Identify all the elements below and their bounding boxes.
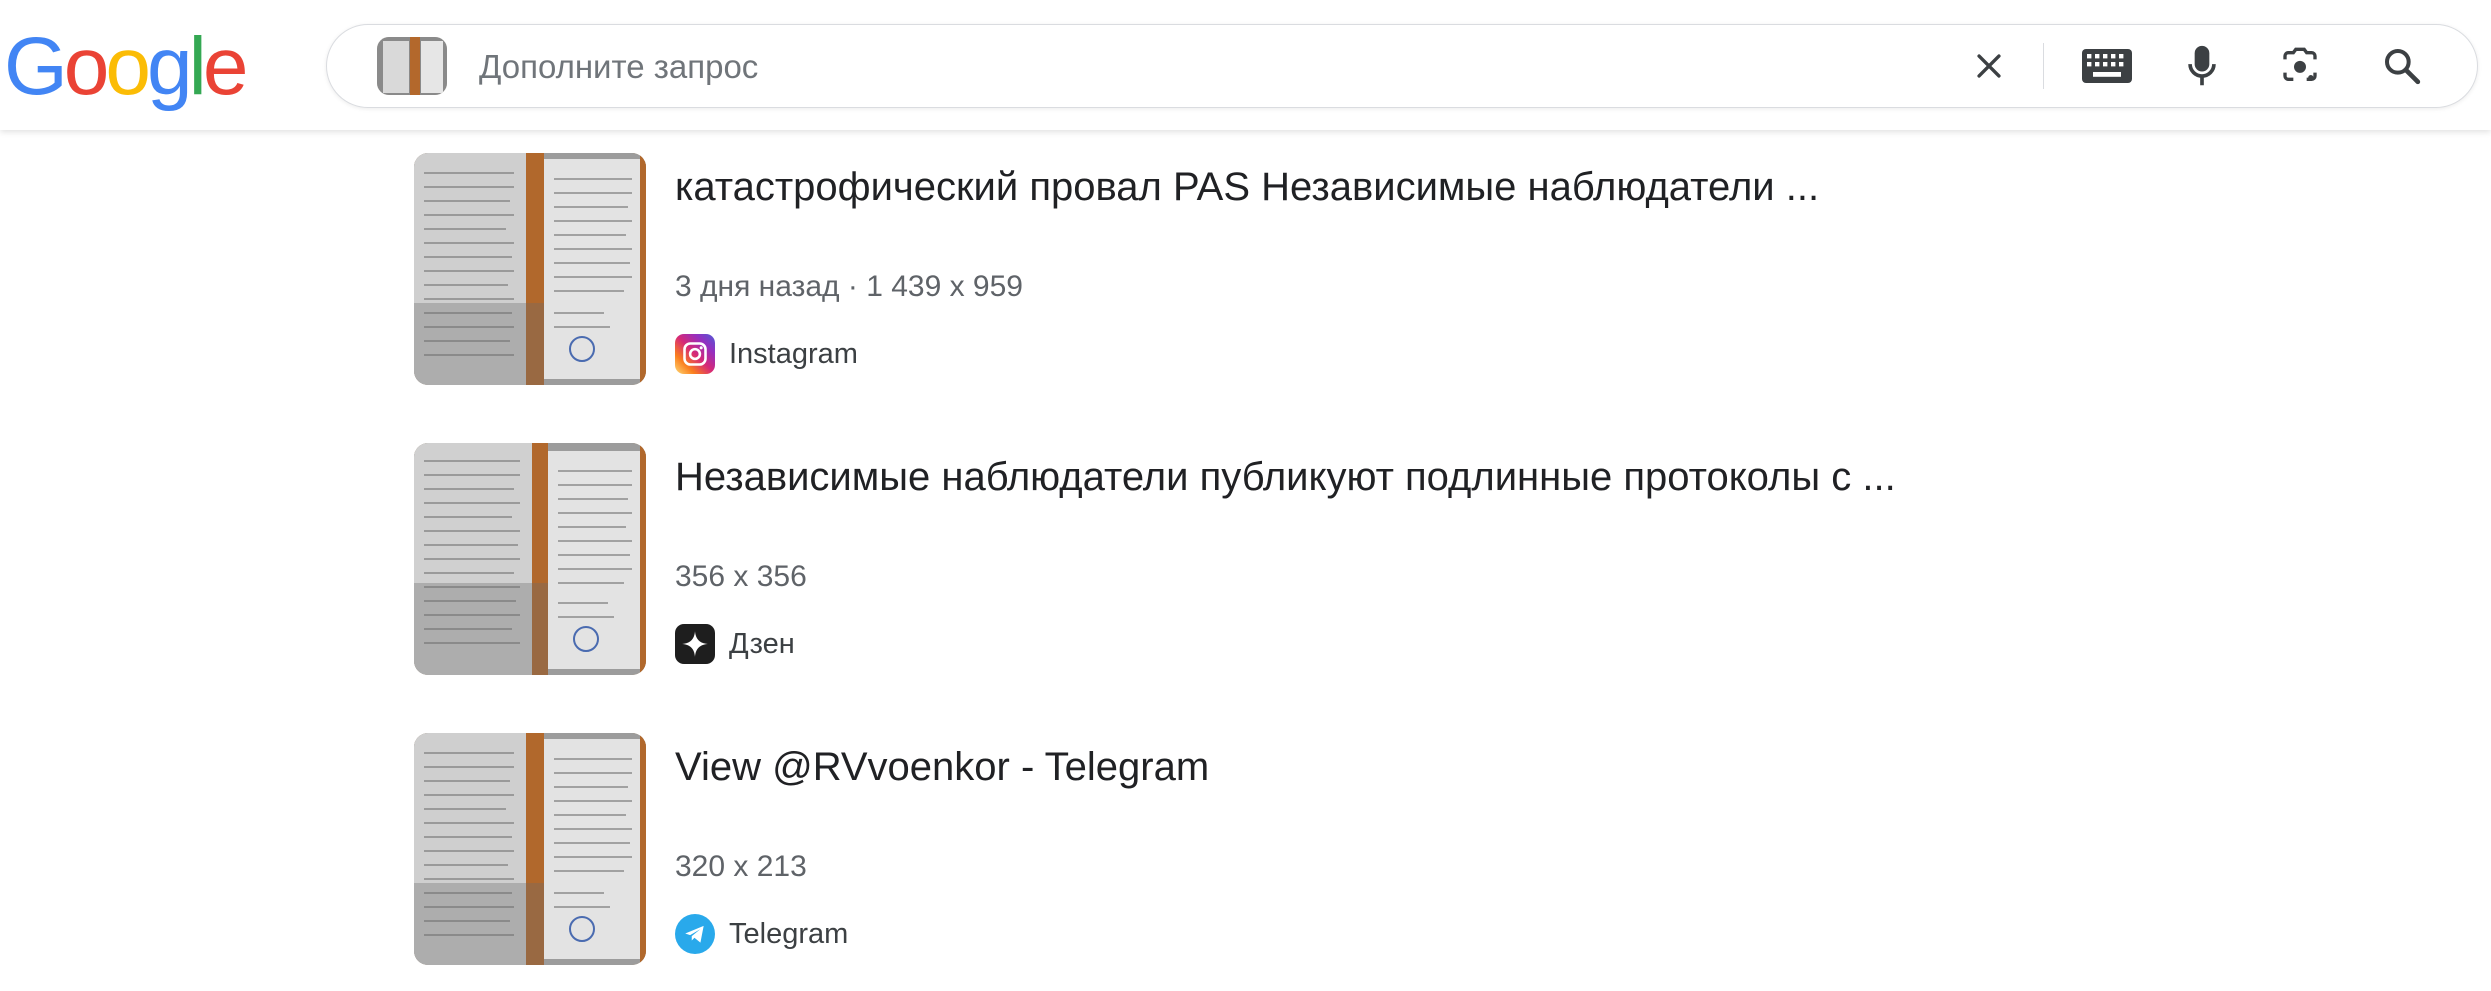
search-divider: [2043, 43, 2044, 89]
telegram-icon: [675, 914, 715, 954]
result-card: View @RVvoenkor - Telegram 320 x 213 Tel…: [414, 733, 2014, 965]
logo-letter: l: [188, 21, 207, 112]
top-bar: Google: [0, 0, 2491, 130]
logo-letter: e: [202, 21, 249, 112]
source-name: Telegram: [729, 917, 849, 950]
microphone-icon[interactable]: [2177, 41, 2227, 91]
logo-letter: G: [4, 21, 68, 112]
result-meta: 3 дня назад · 1 439 x 959: [675, 270, 1023, 303]
keyboard-icon[interactable]: [2079, 41, 2135, 91]
camera-lens-icon[interactable]: [2275, 41, 2325, 91]
search-input[interactable]: [477, 39, 1771, 95]
logo-letter: o: [105, 21, 151, 112]
result-title[interactable]: катастрофический провал PAS Независимые …: [675, 163, 1819, 211]
result-title[interactable]: View @RVvoenkor - Telegram: [675, 743, 1209, 791]
result-thumbnail[interactable]: [414, 153, 646, 385]
result-source[interactable]: Telegram: [675, 912, 848, 956]
result-thumbnail[interactable]: [414, 443, 646, 675]
logo-letter: g: [147, 21, 193, 112]
google-logo[interactable]: Google: [4, 21, 249, 112]
result-meta: 320 x 213: [675, 850, 807, 883]
instagram-icon: [675, 334, 715, 374]
result-title[interactable]: Независимые наблюдатели публикуют подлин…: [675, 453, 1896, 501]
result-thumbnail[interactable]: [414, 733, 646, 965]
logo-letter: o: [63, 21, 110, 112]
result-card: Независимые наблюдатели публикуют подлин…: [414, 443, 2014, 675]
search-icon[interactable]: [2377, 41, 2427, 91]
source-name: Дзен: [729, 627, 795, 660]
dzen-icon: [675, 624, 715, 664]
search-box: [326, 24, 2478, 108]
result-meta: 356 x 356: [675, 560, 807, 593]
query-image-thumbnail[interactable]: [377, 37, 447, 95]
source-name: Instagram: [729, 337, 858, 370]
close-icon[interactable]: [1964, 41, 2014, 91]
result-source[interactable]: Instagram: [675, 332, 858, 376]
result-source[interactable]: Дзен: [675, 622, 795, 666]
result-card: катастрофический провал PAS Независимые …: [414, 153, 2014, 385]
